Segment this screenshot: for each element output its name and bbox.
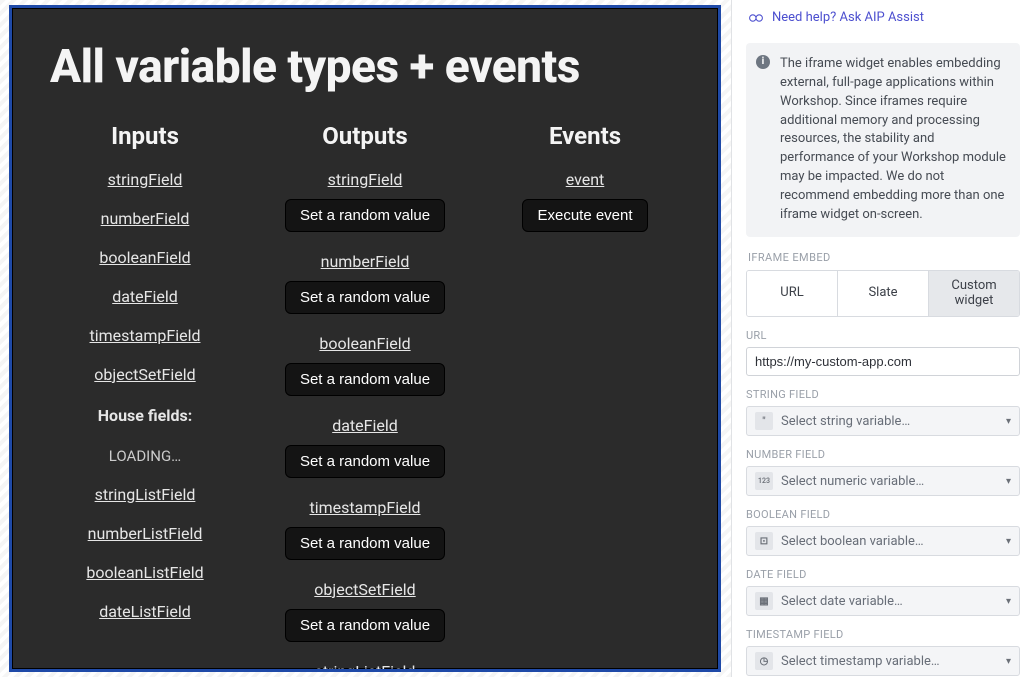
input-field-link[interactable]: stringListField bbox=[50, 485, 240, 504]
boolean-field-group: BOOLEAN FIELD ⊡ Select boolean variable…… bbox=[746, 508, 1020, 556]
date-field-select[interactable]: ▦ Select date variable… ▾ bbox=[746, 586, 1020, 616]
field-label: DATE FIELD bbox=[746, 568, 1020, 581]
tab-custom-widget[interactable]: Custom widget bbox=[928, 271, 1019, 317]
chevron-down-icon: ▾ bbox=[1006, 596, 1011, 607]
input-field-link[interactable]: numberField bbox=[50, 209, 240, 228]
select-placeholder: Select string variable… bbox=[781, 414, 1006, 429]
select-placeholder: Select boolean variable… bbox=[781, 534, 1006, 549]
input-field-link[interactable]: objectSetField bbox=[50, 365, 240, 384]
outputs-column: Outputs stringField Set a random value n… bbox=[270, 122, 460, 669]
set-random-button[interactable]: Set a random value bbox=[285, 445, 445, 478]
set-random-button[interactable]: Set a random value bbox=[285, 527, 445, 560]
boolean-field-select[interactable]: ⊡ Select boolean variable… ▾ bbox=[746, 526, 1020, 556]
calendar-icon: ▦ bbox=[755, 592, 773, 610]
output-field-link[interactable]: numberField bbox=[270, 252, 460, 271]
field-label: TIMESTAMP FIELD bbox=[746, 628, 1020, 641]
quote-icon: " bbox=[755, 412, 773, 430]
chevron-down-icon: ▾ bbox=[1006, 536, 1011, 547]
timestamp-field-group: TIMESTAMP FIELD ◷ Select timestamp varia… bbox=[746, 628, 1020, 676]
info-text: The iframe widget enables embedding exte… bbox=[780, 56, 1006, 222]
info-icon: i bbox=[756, 55, 770, 69]
preview-scroll[interactable]: All variable types + events Inputs strin… bbox=[12, 8, 718, 669]
string-field-select[interactable]: " Select string variable… ▾ bbox=[746, 406, 1020, 436]
input-field-link[interactable]: booleanField bbox=[50, 248, 240, 267]
iframe-preview: All variable types + events Inputs strin… bbox=[9, 5, 721, 672]
number-field-select[interactable]: 123 Select numeric variable… ▾ bbox=[746, 466, 1020, 496]
input-field-link[interactable]: dateField bbox=[50, 287, 240, 306]
input-field-link[interactable]: numberListField bbox=[50, 524, 240, 543]
inputs-column: Inputs stringField numberField booleanFi… bbox=[50, 122, 240, 669]
set-random-button[interactable]: Set a random value bbox=[285, 199, 445, 232]
select-placeholder: Select date variable… bbox=[781, 594, 1006, 609]
input-field-link[interactable]: stringField bbox=[50, 170, 240, 189]
string-field-group: STRING FIELD " Select string variable… ▾ bbox=[746, 388, 1020, 436]
iframe-embed-label: IFRAME EMBED bbox=[748, 251, 1018, 264]
number-field-group: NUMBER FIELD 123 Select numeric variable… bbox=[746, 448, 1020, 496]
url-field-group: URL bbox=[746, 329, 1020, 376]
tab-url[interactable]: URL bbox=[747, 271, 837, 317]
config-panel: Need help? Ask AIP Assist i The iframe w… bbox=[731, 0, 1034, 677]
page-title: All variable types + events bbox=[50, 40, 680, 94]
field-label: STRING FIELD bbox=[746, 388, 1020, 401]
timestamp-field-select[interactable]: ◷ Select timestamp variable… ▾ bbox=[746, 646, 1020, 676]
output-field-link[interactable]: objectSetField bbox=[270, 580, 460, 599]
number-icon: 123 bbox=[755, 472, 773, 490]
chevron-down-icon: ▾ bbox=[1006, 476, 1011, 487]
clock-icon: ◷ bbox=[755, 652, 773, 670]
chevron-down-icon: ▾ bbox=[1006, 656, 1011, 667]
output-field-link[interactable]: booleanField bbox=[270, 334, 460, 353]
url-label: URL bbox=[746, 329, 1020, 342]
output-field-link[interactable]: timestampField bbox=[270, 498, 460, 517]
url-input[interactable] bbox=[746, 347, 1020, 376]
events-heading: Events bbox=[490, 122, 680, 150]
date-field-group: DATE FIELD ▦ Select date variable… ▾ bbox=[746, 568, 1020, 616]
field-label: BOOLEAN FIELD bbox=[746, 508, 1020, 521]
input-field-link[interactable]: booleanListField bbox=[50, 563, 240, 582]
assist-icon bbox=[748, 11, 764, 25]
execute-event-button[interactable]: Execute event bbox=[522, 199, 647, 232]
embed-mode-tabs: URL Slate Custom widget bbox=[746, 270, 1020, 318]
outputs-heading: Outputs bbox=[270, 122, 460, 150]
tab-slate[interactable]: Slate bbox=[837, 271, 928, 317]
preview-area: All variable types + events Inputs strin… bbox=[0, 0, 731, 677]
output-field-link[interactable]: dateField bbox=[270, 416, 460, 435]
input-field-link[interactable]: timestampField bbox=[50, 326, 240, 345]
house-fields-label: House fields: bbox=[50, 406, 240, 425]
event-link[interactable]: event bbox=[490, 170, 680, 189]
set-random-button[interactable]: Set a random value bbox=[285, 281, 445, 314]
output-field-link[interactable]: stringField bbox=[270, 170, 460, 189]
select-placeholder: Select numeric variable… bbox=[781, 474, 1006, 489]
help-link[interactable]: Need help? Ask AIP Assist bbox=[732, 0, 1034, 35]
info-callout: i The iframe widget enables embedding ex… bbox=[746, 43, 1020, 237]
input-field-link[interactable]: dateListField bbox=[50, 602, 240, 621]
field-label: NUMBER FIELD bbox=[746, 448, 1020, 461]
boolean-icon: ⊡ bbox=[755, 532, 773, 550]
events-column: Events event Execute event bbox=[490, 122, 680, 669]
select-placeholder: Select timestamp variable… bbox=[781, 654, 1006, 669]
output-field-link[interactable]: stringListField bbox=[270, 662, 460, 669]
help-text: Need help? Ask AIP Assist bbox=[772, 10, 924, 25]
chevron-down-icon: ▾ bbox=[1006, 416, 1011, 427]
set-random-button[interactable]: Set a random value bbox=[285, 363, 445, 396]
set-random-button[interactable]: Set a random value bbox=[285, 609, 445, 642]
loading-indicator: LOADING… bbox=[50, 447, 240, 465]
inputs-heading: Inputs bbox=[50, 122, 240, 150]
